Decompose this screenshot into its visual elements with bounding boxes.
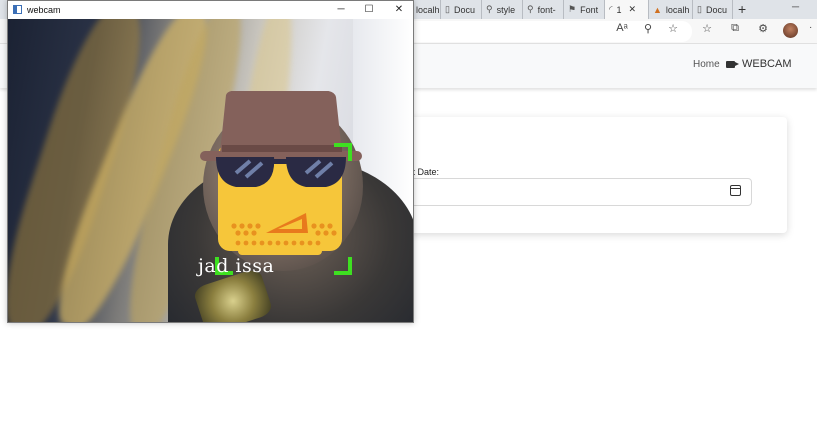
tab-label: font- bbox=[537, 4, 556, 15]
maximize-button[interactable]: ☐ bbox=[355, 1, 383, 19]
tab-label: Font bbox=[580, 4, 599, 15]
tab-style[interactable]: ⚲ style bbox=[482, 0, 523, 19]
tab-label: Docu bbox=[453, 4, 475, 15]
favorites-list-icon[interactable]: ☆ bbox=[699, 22, 715, 35]
webcam-window: webcam ─ ☐ ✕ jad issa bbox=[7, 0, 414, 323]
nav-webcam-label: WEBCAM bbox=[742, 58, 792, 70]
read-aloud-icon[interactable]: Aᵃ bbox=[614, 22, 630, 34]
webcam-titlebar[interactable]: webcam ─ ☐ ✕ bbox=[8, 1, 413, 19]
disguise-emoji-overlay bbox=[200, 91, 362, 255]
collections-icon[interactable]: ⧉ bbox=[727, 22, 743, 35]
tab-font-search[interactable]: ⚲ font- bbox=[523, 0, 564, 19]
face-detection-corner bbox=[334, 257, 352, 275]
browser-minimize-button[interactable]: ─ bbox=[792, 2, 799, 13]
minimize-button[interactable]: ─ bbox=[327, 1, 355, 19]
webcam-video-frame: jad issa bbox=[8, 19, 413, 322]
calendar-icon[interactable] bbox=[730, 185, 741, 196]
flame-icon: ▲ bbox=[653, 4, 662, 15]
page-icon: ▯ bbox=[445, 4, 450, 14]
tab-active[interactable]: ◜ 1 ✕ bbox=[605, 0, 649, 19]
form-card bbox=[395, 117, 787, 233]
zoom-icon[interactable]: ⚲ bbox=[640, 22, 656, 35]
tab-label: style bbox=[496, 4, 516, 15]
tab-docu-2[interactable]: ▯ Docu bbox=[693, 0, 733, 19]
nav-home-link[interactable]: Home bbox=[693, 59, 720, 70]
more-icon[interactable]: · bbox=[809, 22, 812, 33]
tab-label: 1 bbox=[616, 4, 622, 15]
nav-webcam-link[interactable]: WEBCAM bbox=[726, 58, 792, 70]
tab-localhost-1[interactable]: localh bbox=[412, 0, 441, 19]
search-icon: ⚲ bbox=[486, 4, 493, 14]
flag-icon: ⚑ bbox=[568, 4, 577, 14]
face-detection-corner bbox=[334, 143, 352, 161]
profile-avatar[interactable] bbox=[783, 23, 798, 38]
loading-icon: ◜ bbox=[609, 4, 613, 14]
search-icon: ⚲ bbox=[527, 4, 534, 14]
hat-icon bbox=[220, 91, 342, 153]
video-camera-icon bbox=[726, 60, 739, 68]
page-icon: ▯ bbox=[697, 4, 702, 14]
tab-font[interactable]: ⚑ Font bbox=[564, 0, 605, 19]
extensions-icon[interactable]: ⚙ bbox=[755, 22, 771, 35]
app-window-icon bbox=[13, 5, 22, 14]
tab-label: Docu bbox=[705, 4, 727, 15]
tab-label: localh bbox=[665, 4, 690, 15]
webcam-window-title: webcam bbox=[27, 5, 61, 15]
close-button[interactable]: ✕ bbox=[385, 1, 413, 19]
tab-label: localh bbox=[416, 4, 440, 15]
tab-docu-1[interactable]: ▯ Docu bbox=[441, 0, 482, 19]
tab-localhost-2[interactable]: ▲ localh bbox=[649, 0, 693, 19]
close-tab-icon[interactable]: ✕ bbox=[629, 4, 637, 15]
recognized-face-label: jad issa bbox=[198, 255, 275, 277]
favorite-star-icon[interactable]: ☆ bbox=[665, 22, 681, 35]
new-tab-button[interactable]: + bbox=[738, 0, 746, 19]
date-input[interactable] bbox=[400, 178, 752, 206]
